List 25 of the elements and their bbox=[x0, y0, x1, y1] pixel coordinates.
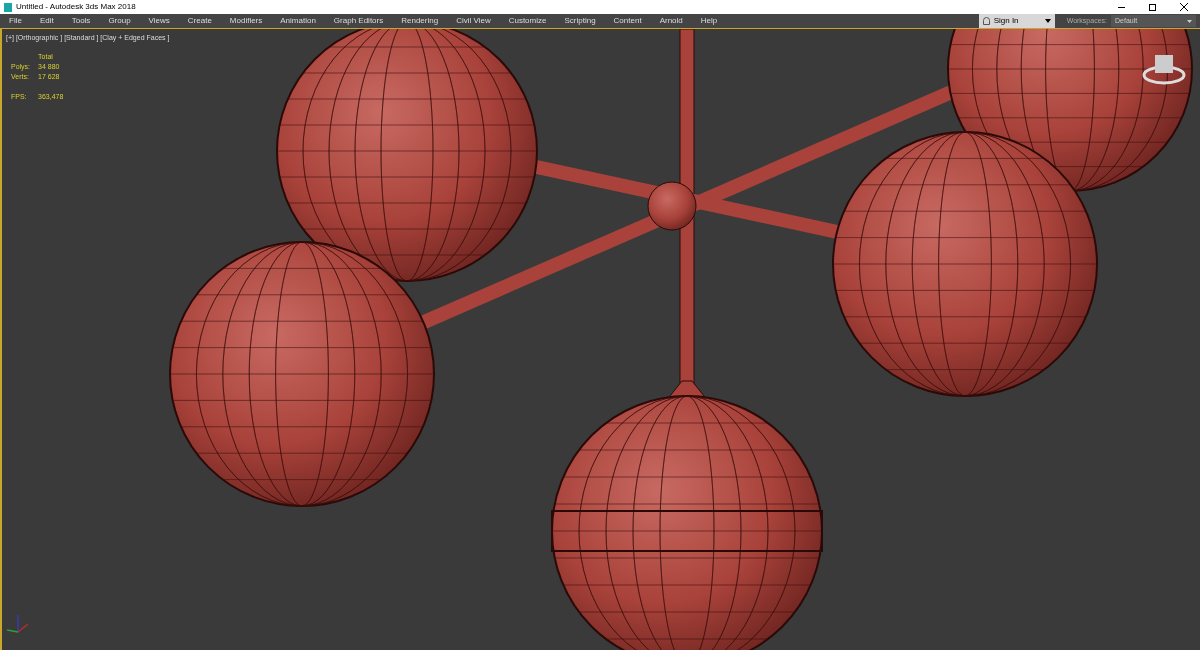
menu-item[interactable]: Graph Editors bbox=[324, 15, 393, 27]
window-title: Untitled - Autodesk 3ds Max 2018 bbox=[16, 1, 136, 13]
axis-gizmo-icon bbox=[4, 612, 28, 636]
menu-item[interactable]: Modifiers bbox=[220, 15, 272, 27]
menu-item[interactable]: Tools bbox=[62, 15, 100, 27]
menu-item[interactable]: Civil View bbox=[447, 15, 500, 27]
menu-item[interactable]: Scripting bbox=[555, 15, 605, 27]
menu-item[interactable]: Content bbox=[604, 15, 651, 27]
menu-item[interactable]: Create bbox=[178, 15, 221, 27]
menu-item[interactable]: Rendering bbox=[392, 15, 448, 27]
menu-item[interactable]: Arnold bbox=[650, 15, 692, 27]
menu-item[interactable]: Customize bbox=[499, 15, 556, 27]
menu-item[interactable]: Edit bbox=[30, 15, 63, 27]
menu-item[interactable]: Views bbox=[139, 15, 179, 27]
minimize-icon[interactable] bbox=[1118, 6, 1125, 8]
caret-icon bbox=[1187, 19, 1192, 23]
app-logo-icon bbox=[4, 2, 12, 12]
menu-item[interactable]: File bbox=[0, 15, 31, 27]
restore-icon[interactable] bbox=[1149, 3, 1156, 11]
close-icon[interactable] bbox=[1180, 3, 1188, 11]
sign-in-dropdown[interactable]: Sign In bbox=[978, 14, 1055, 28]
caret-icon bbox=[1044, 19, 1051, 23]
menu-item[interactable]: Group bbox=[99, 15, 140, 27]
menu-item[interactable]: Help bbox=[691, 15, 727, 27]
menu-item[interactable]: Animation bbox=[271, 15, 325, 27]
